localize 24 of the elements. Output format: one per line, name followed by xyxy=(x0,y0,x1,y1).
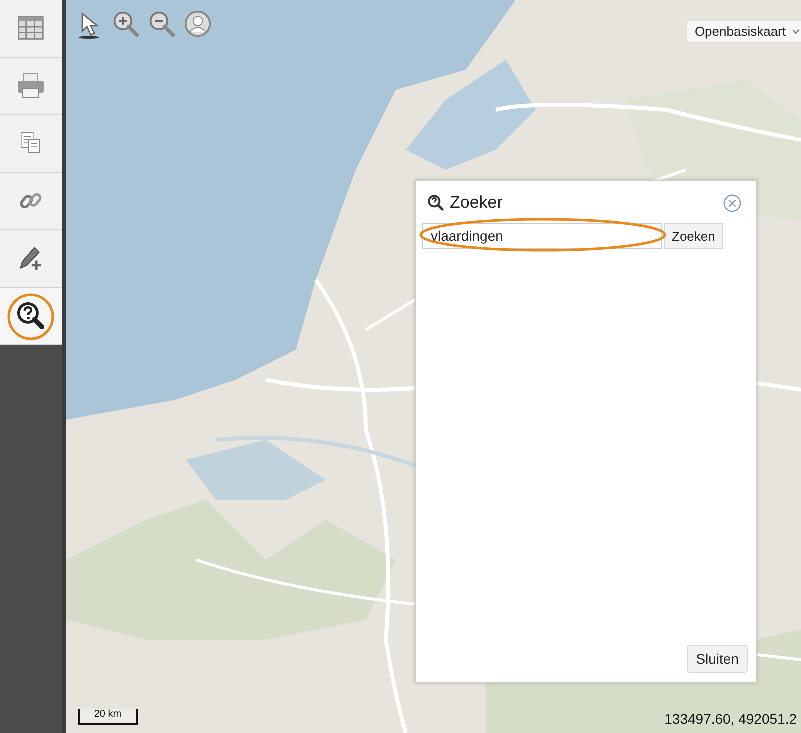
table-icon xyxy=(17,14,45,42)
close-icon[interactable] xyxy=(723,194,742,212)
print-button[interactable] xyxy=(0,58,62,115)
highlight-circle xyxy=(6,292,56,342)
search-field[interactable]: vlaardingen xyxy=(422,223,662,249)
chevron-down-icon xyxy=(792,28,800,34)
question-magnifier-icon xyxy=(17,302,45,330)
documents-icon xyxy=(19,131,43,156)
printer-icon xyxy=(16,70,46,101)
zoom-out-icon[interactable] xyxy=(148,10,176,38)
edit-add-button[interactable] xyxy=(0,230,62,288)
person-icon[interactable] xyxy=(184,10,212,38)
zoom-in-icon[interactable] xyxy=(112,10,140,38)
search-help-icon xyxy=(428,195,444,211)
coordinates-readout: 133497.60, 492051.2 xyxy=(664,711,797,727)
layer-dropdown[interactable]: Openbasiskaart xyxy=(686,20,801,43)
link-button[interactable] xyxy=(0,172,62,230)
scale-bar: 20 km xyxy=(78,709,138,725)
dialog-title: Zoeker xyxy=(450,193,504,213)
close-button[interactable]: Sluiten xyxy=(687,645,748,673)
table-tool-button[interactable] xyxy=(0,0,62,58)
search-button[interactable]: Zoeken xyxy=(664,223,724,249)
document-tool-button[interactable] xyxy=(0,115,62,172)
search-help-button[interactable] xyxy=(0,288,62,345)
